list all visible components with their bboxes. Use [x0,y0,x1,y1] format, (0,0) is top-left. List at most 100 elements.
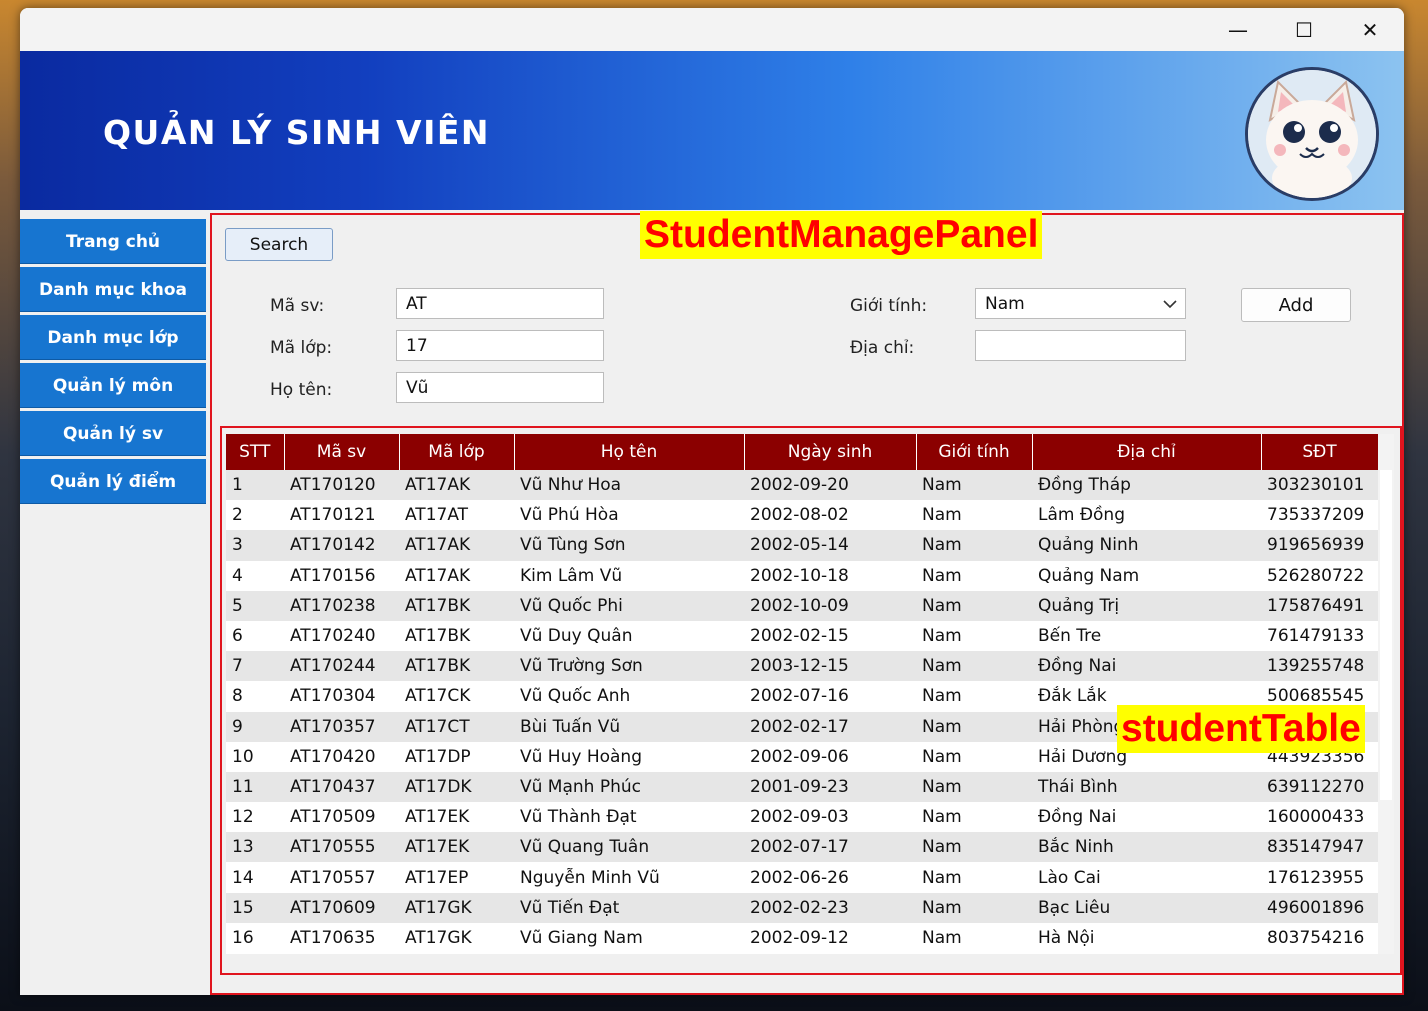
table-row[interactable]: 4 AT170156 AT17AK Kim Lâm Vũ 2002-10-18 Nam Qu… [226,560,1378,591]
table-cell: AT170240 [284,620,399,652]
table-row[interactable]: 5 AT170238 AT17BK Vũ Quốc Phi 2002-10-09 Nam Q… [226,590,1378,621]
minimize-icon[interactable]: — [1205,8,1271,51]
ma-sv-input[interactable]: AT [396,288,604,319]
col-header-sdt[interactable]: SĐT [1261,434,1378,470]
table-cell: Nam [916,590,1032,621]
dia-chi-input[interactable] [975,330,1186,361]
table-row[interactable]: 1 AT170120 AT17AK Vũ Như Hoa 2002-09-20 Nam Đồ… [226,470,1378,501]
col-header-ma-sv[interactable]: Mã sv [284,434,400,470]
table-row[interactable]: 14 AT170557 AT17EP Nguyễn Minh Vũ 2002-06-26… [226,862,1378,893]
table-row[interactable]: 2 AT170121 AT17AT Vũ Phú Hòa 2002-08-02 Nam Lâ… [226,500,1378,531]
ma-lop-input[interactable]: 17 [396,330,604,361]
table-cell: Bùi Tuấn Vũ [514,711,744,742]
table-cell: Nam [916,500,1032,531]
table-row[interactable]: 3 AT170142 AT17AK Vũ Tùng Sơn 2002-05-14 Nam Q… [226,530,1378,561]
table-cell: 2002-09-20 [744,470,916,501]
table-cell: Vũ Huy Hoàng [514,741,744,772]
table-cell: 8 [226,681,284,712]
table-cell: AT17BK [399,620,514,652]
table-cell: Nam [916,711,1032,742]
header-banner: QUẢN LÝ SINH VIÊN [20,51,1404,210]
col-header-dia-chi[interactable]: Địa chỉ [1032,434,1262,470]
table-cell: Vũ Tùng Sơn [514,530,744,561]
table-cell: AT17EK [399,832,514,863]
table-cell: AT170121 [284,500,399,531]
student-table: STT Mã sv Mã lớp Họ tên Ngày sinh Giới t… [226,434,1378,954]
table-row[interactable]: 6 AT170240 AT17BK Vũ Duy Quân 2002-02-15 Nam B… [226,620,1378,652]
table-cell: Lâm Đồng [1032,500,1261,531]
table-cell: AT170304 [284,681,399,712]
table-cell: 160000433 [1261,802,1378,833]
close-icon[interactable]: ✕ [1337,8,1403,51]
ho-ten-input[interactable]: Vũ [396,372,604,403]
table-cell: Vũ Trường Sơn [514,651,744,682]
table-cell: 2003-12-15 [744,651,916,682]
sidebar-item-danh-muc-khoa[interactable]: Danh mục khoa [20,267,206,312]
table-cell: 2 [226,500,284,531]
chevron-down-icon [1163,299,1177,308]
table-header-row: STT Mã sv Mã lớp Họ tên Ngày sinh Giới t… [226,434,1378,470]
table-cell: AT17AT [399,500,514,531]
table-cell: AT170357 [284,711,399,742]
maximize-icon[interactable]: ☐ [1271,8,1337,51]
table-cell: Vũ Thành Đạt [514,802,744,833]
table-cell: 2002-08-02 [744,500,916,531]
col-header-stt[interactable]: STT [226,434,285,470]
table-cell: AT170142 [284,530,399,561]
ma-lop-label: Mã lớp: [270,338,333,358]
sidebar-item-danh-muc-lop[interactable]: Danh mục lớp [20,315,206,360]
table-cell: AT170420 [284,741,399,772]
table-cell: Nam [916,470,1032,501]
table-cell: AT17EP [399,862,514,893]
table-cell: Bến Tre [1032,620,1261,652]
table-cell: Nam [916,832,1032,863]
table-cell: 2002-05-14 [744,530,916,561]
table-cell: Lào Cai [1032,862,1261,893]
table-cell: 5 [226,590,284,621]
table-cell: Hà Nội [1032,922,1261,953]
sidebar-item-quan-ly-sv[interactable]: Quản lý sv [20,411,206,456]
table-cell: AT17BK [399,590,514,621]
search-button[interactable]: Search [225,228,333,261]
gioi-tinh-select[interactable]: Nam [975,288,1186,319]
table-row[interactable]: 16 AT170635 AT17GK Vũ Giang Nam 2002-09-12 Na… [226,922,1378,953]
table-cell: 6 [226,620,284,652]
table-cell: 16 [226,922,284,953]
app-window: — ☐ ✕ QUẢN LÝ SINH VIÊN Trang chủ Danh m… [20,8,1404,995]
table-row[interactable]: 11 AT170437 AT17DK Vũ Mạnh Phúc 2001-09-23 Na… [226,771,1378,803]
table-cell: AT17GK [399,922,514,953]
dia-chi-label: Địa chỉ: [850,338,915,358]
table-cell: Vũ Như Hoa [514,470,744,501]
ma-sv-label: Mã sv: [270,296,325,316]
table-cell: AT170509 [284,802,399,833]
table-cell: Nam [916,802,1032,833]
col-header-ma-lop[interactable]: Mã lớp [399,434,515,470]
table-scrollbar-thumb[interactable] [1380,470,1392,800]
table-cell: 2002-07-16 [744,681,916,712]
table-cell: 9 [226,711,284,742]
table-cell: 1 [226,470,284,501]
add-button[interactable]: Add [1241,288,1351,322]
col-header-gioi-tinh[interactable]: Giới tính [916,434,1033,470]
sidebar-item-trang-chu[interactable]: Trang chủ [20,219,206,264]
table-cell: 526280722 [1261,560,1378,591]
table-cell: 10 [226,741,284,772]
table-cell: Đồng Nai [1032,651,1261,682]
table-row[interactable]: 7 AT170244 AT17BK Vũ Trường Sơn 2003-12-15 Na… [226,651,1378,682]
table-cell: 11 [226,771,284,803]
table-cell: Vũ Giang Nam [514,922,744,953]
table-row[interactable]: 12 AT170509 AT17EK Vũ Thành Đạt 2002-09-03 Na… [226,802,1378,833]
table-cell: Vũ Quốc Anh [514,681,744,712]
table-cell: 14 [226,862,284,893]
col-header-ho-ten[interactable]: Họ tên [514,434,745,470]
table-cell: 7 [226,651,284,682]
sidebar-item-quan-ly-diem[interactable]: Quản lý điểm [20,459,206,504]
table-cell: 2002-09-03 [744,802,916,833]
table-cell: 4 [226,560,284,591]
table-row[interactable]: 15 AT170609 AT17GK Vũ Tiến Đạt 2002-02-23 Nam… [226,892,1378,923]
table-cell: Nam [916,651,1032,682]
sidebar-item-quan-ly-mon[interactable]: Quản lý môn [20,363,206,408]
table-row[interactable]: 13 AT170555 AT17EK Vũ Quang Tuân 2002-07-17 N… [226,832,1378,863]
col-header-ngay-sinh[interactable]: Ngày sinh [744,434,917,470]
table-cell: 2002-06-26 [744,862,916,893]
